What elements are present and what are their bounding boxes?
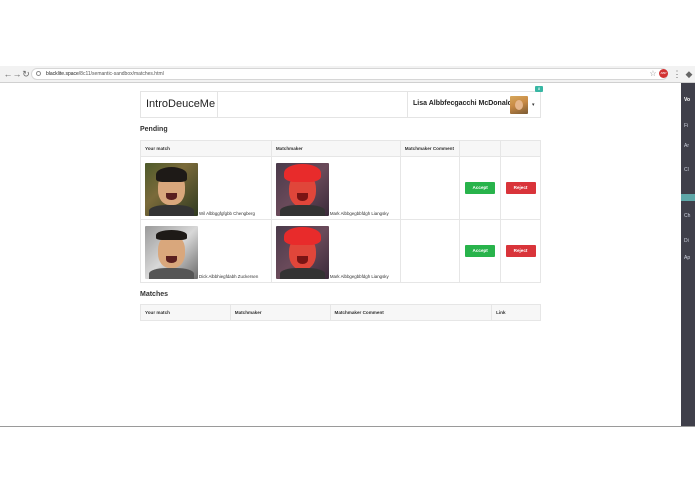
matchmaker-photo (275, 163, 329, 216)
reject-cell: Reject (500, 219, 541, 283)
column-header (500, 140, 541, 157)
adblock-extension-icon[interactable]: ABP (659, 69, 668, 78)
your-match-cell: Wil Albbggfgfgbb Chengberg (140, 156, 272, 220)
column-header (459, 140, 502, 157)
navbar-divider (217, 92, 218, 117)
side-panel-line[interactable]: Ch (684, 213, 690, 219)
matches-heading: Matches (140, 291, 169, 298)
browser-window: ← → ↻ blacklite.space/8c11/semantic-sand… (0, 66, 695, 427)
pending-heading: Pending (140, 126, 168, 133)
table-header-row: Your match Matchmaker Matchmaker Comment (140, 140, 541, 157)
extension-diamond-icon[interactable]: ◆ (683, 68, 695, 80)
browser-toolbar: ← → ↻ blacklite.space/8c11/semantic-sand… (0, 66, 695, 83)
column-header: Matchmaker (270, 140, 401, 157)
column-header: Your match (140, 140, 272, 157)
avatar-face (515, 100, 523, 110)
page-content: IntroDeuceMe Lisa Albbfecgacchi McDonald… (140, 86, 543, 321)
brand-title[interactable]: IntroDeuceMe (146, 98, 215, 110)
column-header: Link (491, 304, 541, 321)
accept-button[interactable]: Accept (465, 245, 496, 257)
side-panel: Vo Fi Ar Cl Ch Di Ap (681, 83, 695, 426)
notification-badge[interactable]: 8 (535, 86, 543, 92)
pending-table: Your match Matchmaker Matchmaker Comment (140, 140, 541, 283)
your-match-cell: Dick Albbhiegfdabh Zuckersen (140, 219, 272, 283)
column-header: Matchmaker (229, 304, 331, 321)
column-header: Your match (140, 304, 231, 321)
user-avatar[interactable] (510, 96, 528, 114)
column-header: Matchmaker Comment (399, 140, 461, 157)
side-panel-line[interactable]: Di (684, 238, 689, 244)
table-header-row: Your match Matchmaker Matchmaker Comment… (140, 304, 541, 321)
your-match-photo (145, 226, 198, 279)
reject-cell: Reject (500, 156, 541, 220)
chevron-down-icon[interactable]: ▾ (532, 102, 535, 108)
navbar-divider (407, 92, 408, 117)
matchmaker-name[interactable]: Mark Albbgegbbfdgh Liangsky (330, 211, 389, 216)
matchmaker-photo (275, 226, 329, 279)
column-header: Matchmaker Comment (329, 304, 493, 321)
url-host: blacklite.space (46, 71, 79, 77)
side-panel-line[interactable]: Fi (684, 123, 688, 129)
address-bar[interactable]: blacklite.space/8c11/semantic-sandbox/ma… (31, 68, 668, 80)
matchmaker-cell: Mark Albbgegbbfdgh Liangsky (270, 219, 401, 283)
accept-button[interactable]: Accept (465, 182, 496, 194)
reject-button[interactable]: Reject (505, 182, 536, 194)
matchmaker-name[interactable]: Mark Albbgegbbfdgh Liangsky (330, 274, 389, 279)
side-panel-line[interactable]: Cl (684, 167, 689, 173)
adblock-label: ABP (660, 71, 667, 75)
accept-cell: Accept (459, 156, 502, 220)
bookmark-star-icon[interactable]: ☆ (647, 68, 659, 80)
table-row: Dick Albbhiegfdabh Zuckersen Mark Albbge… (140, 219, 541, 283)
your-match-name[interactable]: Dick Albbhiegfdabh Zuckersen (199, 274, 258, 279)
table-row: Wil Albbggfgfgbb Chengberg Mark Albbgegb… (140, 156, 541, 220)
side-panel-line[interactable]: Vo (684, 97, 690, 103)
matchmaker-cell: Mark Albbgegbbfdgh Liangsky (270, 156, 401, 220)
matchmaker-comment-cell (399, 156, 461, 220)
top-navbar: IntroDeuceMe Lisa Albbfecgacchi McDonald… (140, 86, 543, 118)
matchmaker-comment-cell (399, 219, 461, 283)
side-panel-line[interactable]: Ap (684, 255, 690, 261)
url-path: /8c11/semantic-sandbox/matches.html (78, 71, 164, 77)
your-match-photo (145, 163, 198, 216)
menu-kebab-icon[interactable]: ⋮ (671, 68, 683, 80)
accept-cell: Accept (459, 219, 502, 283)
side-panel-highlight (681, 194, 695, 201)
reject-button[interactable]: Reject (505, 245, 536, 257)
page-info-icon[interactable] (36, 71, 41, 76)
side-panel-line[interactable]: Ar (684, 143, 689, 149)
matches-table: Your match Matchmaker Matchmaker Comment… (140, 304, 541, 321)
your-match-name[interactable]: Wil Albbggfgfgbb Chengberg (199, 211, 255, 216)
